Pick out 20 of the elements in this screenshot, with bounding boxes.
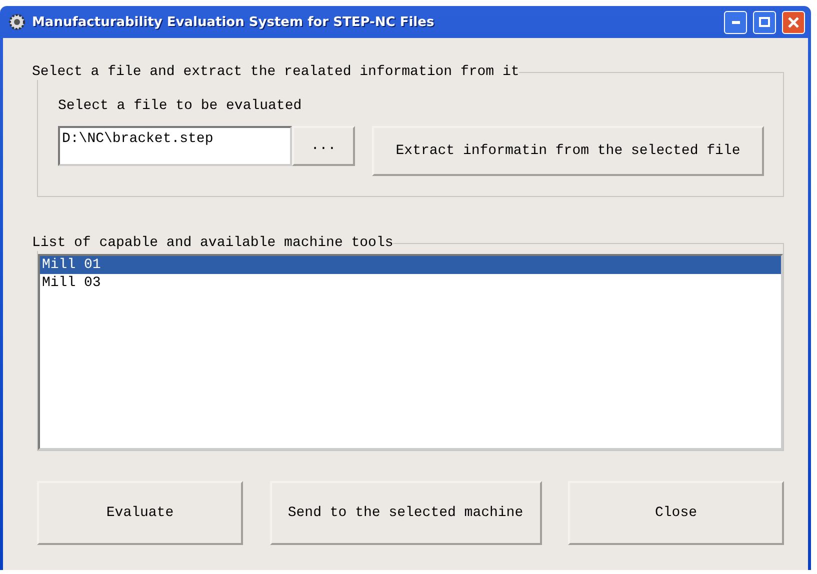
close-icon <box>788 16 799 28</box>
action-button[interactable]: Close <box>568 481 784 545</box>
field-label: Select a file to be evaluated <box>58 98 303 114</box>
file-path-field[interactable]: D:\NC\bracket.step <box>58 126 292 166</box>
window-title: Manufacturability Evaluation System for STEP-NC Files <box>32 14 436 30</box>
close-button[interactable] <box>782 10 805 34</box>
maximize-icon <box>759 17 770 27</box>
list-item[interactable]: Mill 03 <box>40 274 781 292</box>
browse-button[interactable]: ... <box>292 126 355 166</box>
gear-icon <box>8 13 26 31</box>
list-item[interactable]: Mill 01 <box>40 256 781 274</box>
minimize-icon <box>732 20 740 24</box>
minimize-button[interactable] <box>724 10 747 34</box>
action-button[interactable]: Evaluate <box>37 481 243 545</box>
extract-button[interactable]: Extract informatin from the selected file <box>372 126 764 176</box>
maximize-button[interactable] <box>753 10 776 34</box>
group-legend: Select a file and extract the realated information from it <box>32 64 520 80</box>
action-button[interactable]: Send to the selected machine <box>270 481 542 545</box>
machine-list[interactable]: Mill 01 Mill 03 <box>38 254 783 450</box>
group-legend: List of capable and available machine tools <box>32 235 394 251</box>
